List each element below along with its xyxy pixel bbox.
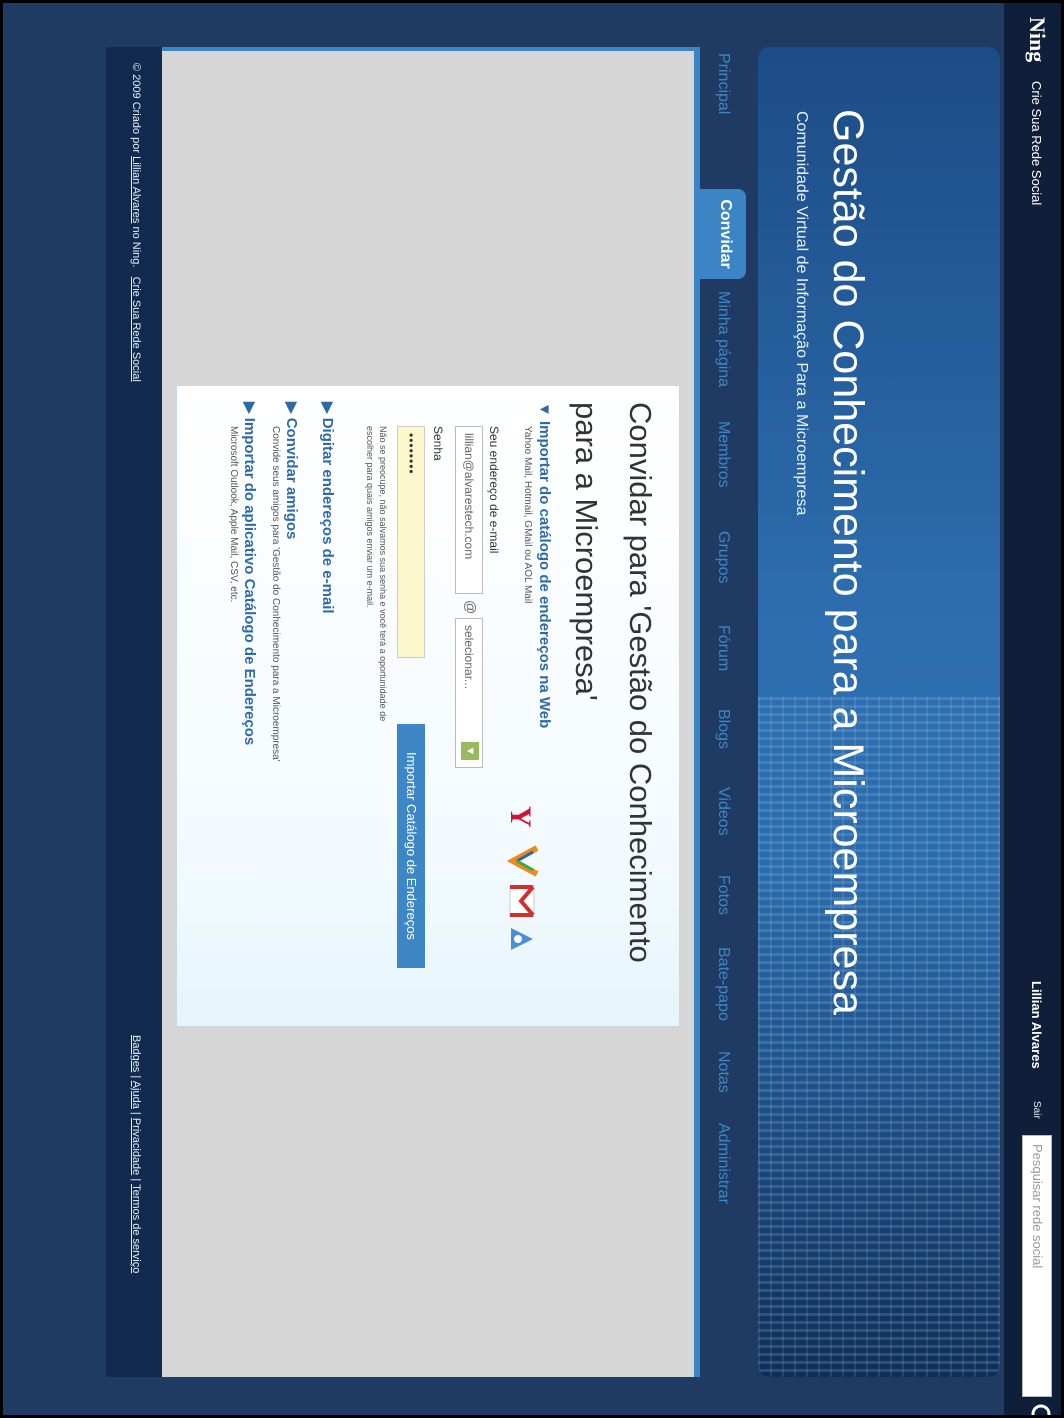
terms-link[interactable]: Termos de serviço [130,1184,142,1273]
network-title[interactable]: Gestão do Conhecimento para a Microempre… [823,109,872,1015]
separator: | [130,1111,142,1115]
tab-forum[interactable]: Fórum [714,625,732,671]
triangle-right-icon: ▶ [319,402,336,418]
option-type-emails-title: Digitar endereços de e-mail [319,417,336,614]
password-label: Senha [431,426,445,461]
at-sign: @ [463,600,479,615]
triangle-right-icon: ▶ [241,402,258,418]
create-network-link[interactable]: Crie Sua Rede Social [1029,81,1044,205]
footer: © 2009 Criado por Lillian Alvares no Nin… [106,47,162,1377]
tab-bate-papo[interactable]: Bate-papo [714,947,732,1021]
separator: | [130,1075,142,1079]
tab-membros[interactable]: Membros [714,421,732,488]
option-import-app[interactable]: ▶ Importar do aplicativo Catálogo de End… [241,402,259,745]
screenshot-frame: Ning Crie Sua Rede Social Lillian Alvare… [0,0,1064,1418]
chevron-down-icon[interactable]: ▼ [461,742,479,760]
tab-principal[interactable]: Principal [714,53,732,114]
invite-panel: Convidar para 'Gestão do Conhecimento pa… [176,385,680,1027]
option-type-emails[interactable]: ▶ Digitar endereços de e-mail [319,402,337,614]
creator-link[interactable]: Lillian Alvares [130,156,142,223]
sign-out-link[interactable]: Sair [1031,1101,1042,1119]
network-header-banner: Gestão do Conhecimento para a Microempre… [758,47,1000,1377]
tab-videos[interactable]: Videos [714,787,732,836]
search-icon[interactable] [1020,1401,1054,1418]
help-link[interactable]: Ajuda [130,1081,142,1109]
copyright-text: © 2009 [130,63,142,99]
footer-credits: © 2009 Criado por Lillian Alvares no Nin… [130,63,142,382]
option-import-app-subtitle: Microsoft Outlook, Apple Mail, CSV, etc. [228,426,239,603]
tab-convidar[interactable]: Convidar [700,189,746,279]
yahoo-icon: Y [504,806,537,828]
hotmail-icon [507,845,539,877]
option-invite-friends[interactable]: ▶ Convidar amigos [283,402,301,539]
network-subtitle: Comunidade Virtual de Informação Para a … [793,111,810,516]
email-label: Seu endereço de e-mail [487,426,501,554]
option-import-app-title: Importar do aplicativo Catálogo de Ender… [241,417,258,746]
footer-links: Badges | Ajuda | Privacidade | Termos de… [130,1035,142,1273]
tab-notas[interactable]: Notas [714,1051,732,1093]
user-name-link[interactable]: Lillian Alvares [1029,981,1044,1069]
banner-decoration [758,697,1000,1377]
footer-create-network-link[interactable]: Crie Sua Rede Social [130,277,142,382]
import-webmail-toggle[interactable]: ▼ Importar do catálogo de endereços na W… [536,402,553,728]
option-invite-friends-subtitle: Convide seus amigos para 'Gestão do Conh… [270,426,281,762]
created-by-text: Criado por [130,101,142,154]
triangle-down-icon: ▼ [536,402,553,422]
password-input[interactable]: •••••••• [397,426,425,658]
on-ning-text: no Ning. [130,226,142,268]
gmail-icon [509,885,535,917]
aol-icon [511,928,533,950]
tab-minha-pagina[interactable]: Minha página [714,291,732,387]
import-webmail-title: Importar do catálogo de endereços na Web [536,421,553,729]
invite-heading: Convidar para 'Gestão do Conhecimento pa… [569,402,658,963]
search-input[interactable]: Pesquisar rede social [1022,1135,1052,1397]
ning-top-bar: Ning Crie Sua Rede Social Lillian Alvare… [1004,3,1061,1418]
password-note: Não se preocupe, não salvamos sua senha … [365,426,388,722]
main-navigation: Principal Convidar Minha página Membros … [696,47,746,1377]
email-input[interactable]: lillian@alvarestech.com [455,426,483,594]
ning-logo[interactable]: Ning [1024,17,1050,62]
separator: | [130,1178,142,1182]
badges-link[interactable]: Badges [130,1035,142,1072]
tab-grupos[interactable]: Grupos [714,531,732,583]
tab-blogs[interactable]: Blogs [714,709,732,749]
tab-fotos[interactable]: Fotos [714,875,732,915]
option-invite-friends-title: Convidar amigos [283,417,300,540]
tab-administrar[interactable]: Administrar [714,1123,732,1204]
triangle-right-icon: ▶ [283,402,300,418]
privacy-link[interactable]: Privacidade [130,1118,142,1175]
rotated-page: Ning Crie Sua Rede Social Lillian Alvare… [3,3,1061,1418]
import-webmail-subtitle: Yahoo Mail, Hotmail, GMail ou AOL Mail [522,426,533,604]
import-address-book-button[interactable]: Importar Catálogo de Endereços [397,724,425,968]
